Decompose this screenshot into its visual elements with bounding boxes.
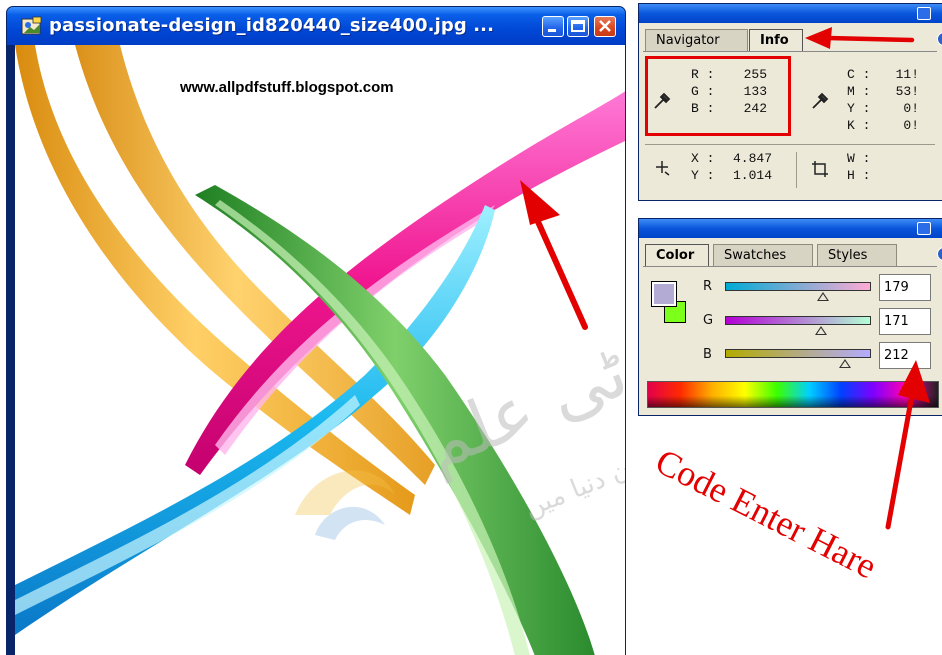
slider-g-thumb[interactable] bbox=[815, 326, 827, 335]
info-k-label: K : bbox=[847, 118, 871, 133]
info-m-value: 53! bbox=[895, 84, 919, 99]
slider-r-value-field[interactable]: 179 bbox=[879, 274, 931, 301]
slider-b-thumb[interactable] bbox=[839, 359, 851, 368]
watermark-url: www.allpdfstuff.blogspot.com bbox=[180, 79, 394, 96]
arrow-annotation-icon bbox=[520, 180, 588, 330]
color-panel-tabs: Color Swatches Styles bbox=[645, 244, 942, 266]
tab-navigator[interactable]: Navigator bbox=[645, 29, 748, 51]
foreground-color-swatch[interactable] bbox=[651, 281, 677, 307]
info-divider bbox=[645, 144, 935, 145]
maximize-icon bbox=[571, 20, 585, 32]
slider-g-value-field[interactable]: 171 bbox=[879, 308, 931, 335]
document-title-bar[interactable]: passionate-design_id820440_size400.jpg .… bbox=[7, 7, 625, 45]
document-icon bbox=[21, 16, 42, 35]
selection-size-icon bbox=[812, 161, 828, 177]
color-panel-title-bar[interactable] bbox=[639, 219, 942, 238]
info-y-value: 0! bbox=[903, 101, 919, 116]
info-panel-minimize-button[interactable] bbox=[917, 7, 931, 20]
tab-swatches[interactable]: Swatches bbox=[713, 244, 813, 266]
crosshair-icon bbox=[656, 161, 670, 176]
slider-g-track[interactable] bbox=[725, 316, 871, 325]
info-y-coord-label: Y : bbox=[691, 168, 715, 183]
close-icon bbox=[599, 20, 611, 32]
maximize-button[interactable] bbox=[567, 16, 589, 37]
info-y-coord-value: 1.014 bbox=[733, 168, 773, 183]
minimize-button[interactable] bbox=[542, 16, 564, 37]
document-window: passionate-design_id820440_size400.jpg .… bbox=[6, 6, 626, 655]
close-button[interactable] bbox=[594, 16, 616, 37]
info-m-label: M : bbox=[847, 84, 871, 99]
arrow-to-info-tab-icon bbox=[805, 27, 915, 49]
slider-r-label: R bbox=[703, 279, 713, 294]
screenshot-stage: passionate-design_id820440_size400.jpg .… bbox=[0, 0, 942, 655]
panel-menu-button[interactable] bbox=[937, 32, 942, 46]
slider-b-track[interactable] bbox=[725, 349, 871, 358]
xy-divider bbox=[796, 152, 797, 188]
code-enter-annotation: Code Enter Hare bbox=[649, 440, 884, 587]
info-c-value: 11! bbox=[895, 67, 919, 82]
slider-r-value: 179 bbox=[884, 280, 909, 295]
document-title: passionate-design_id820440_size400.jpg .… bbox=[49, 15, 495, 36]
color-tab-divider bbox=[643, 266, 937, 267]
info-x-label: X : bbox=[691, 151, 715, 166]
info-w-label: W : bbox=[847, 151, 871, 166]
eyedropper-cmyk-icon bbox=[812, 92, 829, 109]
tab-color[interactable]: Color bbox=[645, 244, 709, 266]
ribbon-artwork bbox=[15, 45, 625, 655]
minimize-icon bbox=[548, 29, 556, 32]
info-k-value: 0! bbox=[903, 118, 919, 133]
slider-g-value: 171 bbox=[884, 314, 909, 329]
slider-g-label: G bbox=[703, 313, 714, 328]
info-c-label: C : bbox=[847, 67, 871, 82]
info-panel-title-bar[interactable] bbox=[639, 4, 942, 23]
color-panel-minimize-button[interactable] bbox=[917, 222, 931, 235]
info-y-label: Y : bbox=[847, 101, 871, 116]
watermark-logo-icon bbox=[295, 470, 395, 540]
document-canvas[interactable]: www.allpdfstuff.blogspot.com آئی ٹی علم … bbox=[15, 45, 625, 655]
tab-info[interactable]: Info bbox=[749, 29, 803, 51]
tab-styles[interactable]: Styles bbox=[817, 244, 897, 266]
arrow-to-value-field-icon bbox=[885, 360, 930, 530]
rgb-highlight-box bbox=[645, 56, 791, 136]
info-h-label: H : bbox=[847, 168, 871, 183]
slider-r-track[interactable] bbox=[725, 282, 871, 291]
slider-r-thumb[interactable] bbox=[817, 292, 829, 301]
slider-b-label: B bbox=[703, 347, 712, 362]
color-panel-menu-button[interactable] bbox=[937, 247, 942, 261]
info-x-value: 4.847 bbox=[733, 151, 773, 166]
